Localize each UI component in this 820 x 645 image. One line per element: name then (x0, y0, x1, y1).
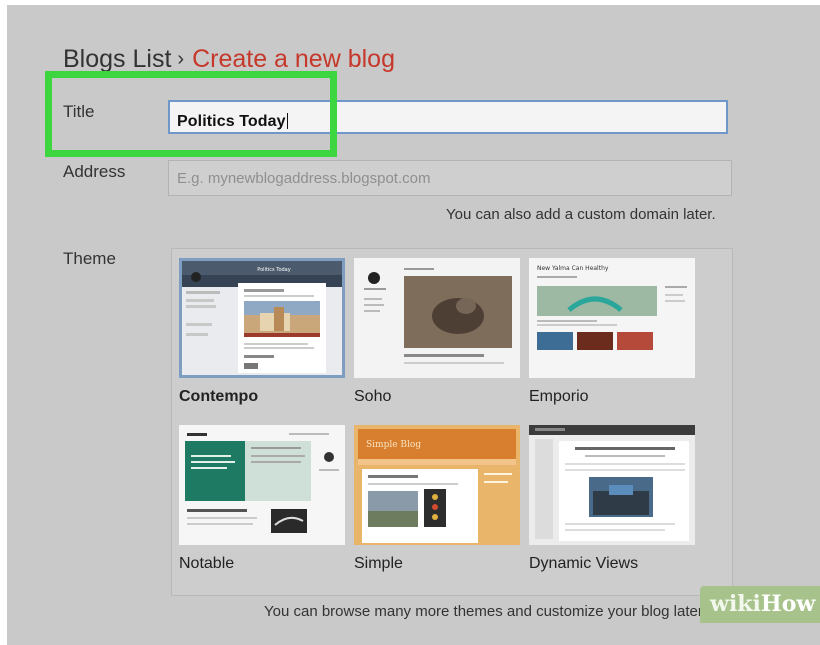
theme-contempo-preview: Politics Today (179, 258, 345, 378)
emporio-header-text: New Yalma Can Healthy (537, 265, 609, 272)
theme-emporio-name: Emporio (529, 388, 589, 405)
address-label: Address (63, 162, 126, 181)
theme-notable-name: Notable (179, 555, 235, 572)
breadcrumb-blogs-list[interactable]: Blogs List (63, 45, 171, 73)
theme-gallery: Politics Today Contempo Soho New Yalma C… (171, 248, 733, 596)
theme-notable-preview (179, 425, 345, 545)
theme-soho-preview (354, 258, 520, 378)
theme-dynamic-views-preview (529, 425, 695, 545)
theme-contempo-name: Contempo (179, 388, 259, 405)
browse-themes-note: You can browse many more themes and cust… (264, 603, 707, 620)
wikihow-watermark: wikiHow (700, 586, 820, 623)
theme-dynamic-views-name: Dynamic Views (529, 555, 639, 572)
theme-emporio-preview: New Yalma Can Healthy (529, 258, 695, 378)
theme-simple-name: Simple (354, 555, 403, 572)
custom-domain-note: You can also add a custom domain later. (446, 206, 716, 223)
theme-simple-preview: Simple Blog (354, 425, 520, 545)
page-title: Create a new blog (192, 45, 395, 73)
contempo-header-text: Politics Today (257, 267, 290, 273)
title-highlight-box (45, 71, 337, 157)
breadcrumb-separator-icon: › (177, 48, 185, 70)
theme-label: Theme (63, 249, 116, 268)
theme-soho-name: Soho (354, 388, 392, 405)
simple-header-text: Simple Blog (366, 440, 421, 450)
address-input[interactable]: E.g. mynewblogaddress.blogspot.com (168, 160, 732, 196)
